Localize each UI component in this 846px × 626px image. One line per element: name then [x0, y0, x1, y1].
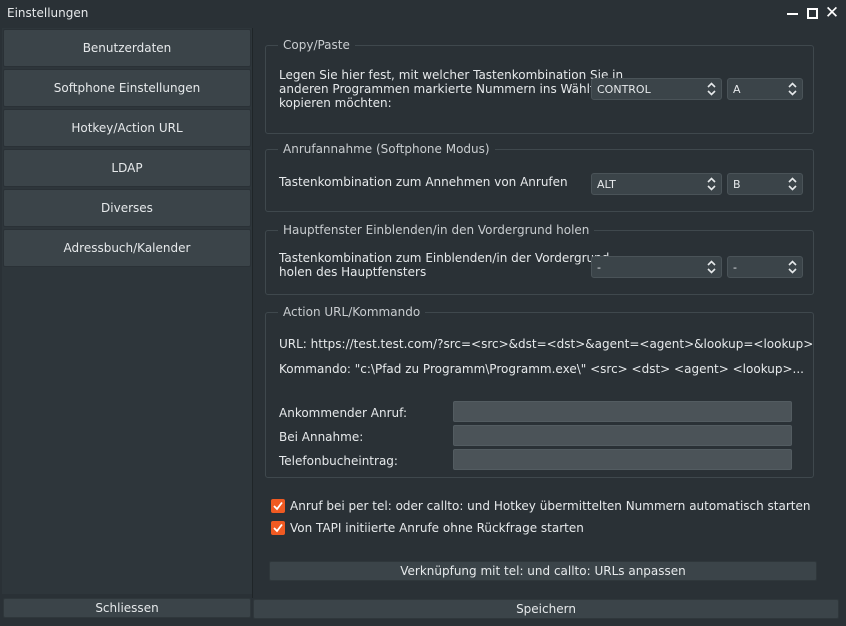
- divider: [252, 28, 253, 598]
- url-link-button[interactable]: Verknüpfung mit tel: und callto: URLs an…: [269, 561, 817, 581]
- sidebar-item-adressbuch[interactable]: Adressbuch/Kalender: [3, 229, 251, 267]
- select-value: CONTROL: [597, 82, 651, 96]
- updown-arrows-icon: [788, 82, 797, 96]
- phonebook-input[interactable]: [453, 449, 792, 470]
- sidebar-item-ldap[interactable]: LDAP: [3, 149, 251, 187]
- copy-paste-group: Copy/Paste Legen Sie hier fest, mit welc…: [265, 38, 814, 134]
- copy-paste-desc-3: kopieren möchten:: [279, 96, 392, 110]
- foreground-group: Hauptfenster Einblenden/in den Vordergru…: [265, 223, 814, 295]
- select-value: B: [733, 177, 741, 191]
- sidebar-item-benutzerdaten[interactable]: Benutzerdaten: [3, 29, 251, 67]
- foreground-desc-2: holen des Hauptfensters: [279, 265, 427, 279]
- phonebook-label: Telefonbucheintrag:: [279, 454, 398, 468]
- sidebar-item-hotkey[interactable]: Hotkey/Action URL: [3, 109, 251, 147]
- autostart-option[interactable]: Anruf bei per tel: oder callto: und Hotk…: [271, 499, 810, 513]
- accept-label: Bei Annahme:: [279, 430, 364, 444]
- answer-group: Anrufannahme (Softphone Modus) Tastenkom…: [265, 142, 814, 212]
- select-value: A: [733, 82, 741, 96]
- tapi-label: Von TAPI initiierte Anrufe ohne Rückfrag…: [290, 521, 584, 535]
- tapi-option[interactable]: Von TAPI initiierte Anrufe ohne Rückfrag…: [271, 521, 584, 535]
- close-icon[interactable]: ✕: [823, 3, 841, 23]
- incoming-call-input[interactable]: [453, 401, 792, 422]
- autostart-checkbox[interactable]: [271, 499, 285, 513]
- updown-arrows-icon: [707, 82, 716, 96]
- checkmark-icon: [273, 523, 283, 533]
- answer-modifier-select[interactable]: ALT: [591, 173, 722, 195]
- sidebar-item-diverses[interactable]: Diverses: [3, 189, 251, 227]
- checkmark-icon: [273, 501, 283, 511]
- save-button[interactable]: Speichern: [253, 599, 839, 619]
- minimize-icon[interactable]: [783, 4, 801, 22]
- copy-paste-desc-1: Legen Sie hier fest, mit welcher Tastenk…: [279, 68, 624, 82]
- updown-arrows-icon: [707, 260, 716, 274]
- updown-arrows-icon: [788, 260, 797, 274]
- copy-key-select[interactable]: A: [727, 78, 803, 100]
- window-title: Einstellungen: [7, 6, 89, 20]
- action-command-text: Kommando: "c:\Pfad zu Programm\Programm.…: [279, 362, 804, 376]
- foreground-desc-1: Tastenkombination zum Einblenden/in der …: [279, 251, 610, 265]
- answer-desc: Tastenkombination zum Annehmen von Anruf…: [279, 175, 568, 189]
- group-title: Hauptfenster Einblenden/in den Vordergru…: [278, 223, 595, 237]
- accept-input[interactable]: [453, 425, 792, 446]
- maximize-icon[interactable]: [803, 4, 821, 22]
- foreground-modifier-select[interactable]: -: [591, 256, 722, 278]
- foreground-key-select[interactable]: -: [727, 256, 803, 278]
- select-value: -: [733, 260, 737, 274]
- sidebar-item-softphone[interactable]: Softphone Einstellungen: [3, 69, 251, 107]
- title-bar: Einstellungen ✕: [0, 0, 846, 26]
- sidebar: Benutzerdaten Softphone Einstellungen Ho…: [2, 28, 252, 594]
- copy-paste-desc-2: anderen Programmen markierte Nummern ins…: [279, 82, 613, 96]
- incoming-call-label: Ankommender Anruf:: [279, 406, 407, 420]
- tapi-checkbox[interactable]: [271, 521, 285, 535]
- updown-arrows-icon: [707, 177, 716, 191]
- select-value: -: [597, 260, 601, 274]
- autostart-label: Anruf bei per tel: oder callto: und Hotk…: [290, 499, 811, 513]
- group-title: Copy/Paste: [278, 38, 355, 52]
- close-button[interactable]: Schliessen: [3, 598, 251, 618]
- updown-arrows-icon: [788, 177, 797, 191]
- answer-key-select[interactable]: B: [727, 173, 803, 195]
- select-value: ALT: [597, 177, 616, 191]
- copy-modifier-select[interactable]: CONTROL: [591, 78, 722, 100]
- group-title: Action URL/Kommando: [278, 305, 426, 319]
- group-title: Anrufannahme (Softphone Modus): [278, 142, 495, 156]
- action-url-text: URL: https://test.test.com/?src=<src>&ds…: [279, 337, 814, 351]
- action-url-group: Action URL/Kommando URL: https://test.te…: [265, 305, 814, 478]
